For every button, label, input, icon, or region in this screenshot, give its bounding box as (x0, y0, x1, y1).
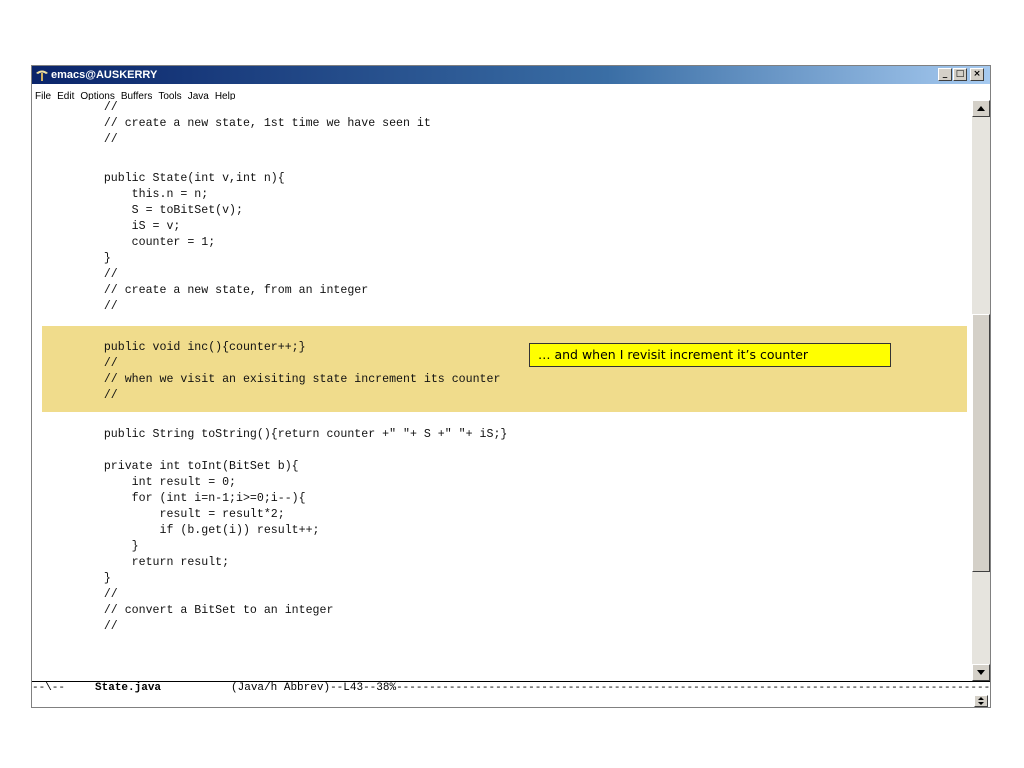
emacs-gnu-icon (36, 70, 48, 81)
minimize-button[interactable]: _ (938, 68, 952, 81)
code-editor[interactable]: // // create a new state, 1st time we ha… (32, 100, 972, 681)
code-line: if (b.get(i)) result++; (76, 524, 320, 537)
minibuffer-scroll-icon[interactable] (974, 695, 988, 707)
code-line: // (76, 133, 118, 146)
code-line: // (76, 101, 118, 114)
code-line: public void inc(){counter++;} (76, 341, 306, 354)
code-line: } (76, 252, 111, 265)
modeline-buffer-name[interactable]: State.java (95, 682, 161, 694)
modeline-status: --\-- (32, 682, 66, 694)
scrollbar-thumb[interactable] (972, 314, 990, 572)
minibuffer[interactable] (32, 695, 990, 707)
code-line: } (76, 540, 139, 553)
code-line: // (76, 620, 118, 633)
code-line: return result; (76, 556, 230, 569)
scroll-up-button[interactable] (972, 100, 990, 117)
menu-bar: File Edit Options Buffers Tools Java Help (32, 84, 990, 102)
code-line: int result = 0; (76, 476, 237, 489)
scroll-down-arrow-icon (977, 670, 985, 675)
mode-line: --\-- State.java (Java/h Abbrev)--L43--38%… (32, 681, 990, 696)
close-button[interactable]: × (970, 68, 984, 81)
code-line: // when we visit an exisiting state incr… (76, 373, 501, 386)
title-bar[interactable]: emacs@AUSKERRY _ □ × (32, 66, 990, 84)
code-line: // convert a BitSet to an integer (76, 604, 334, 617)
code-line: // (76, 268, 118, 281)
modeline-position: --L43--38%-- (330, 682, 410, 694)
scroll-down-button[interactable] (972, 664, 990, 681)
vertical-scrollbar[interactable] (972, 100, 990, 681)
window-title: emacs@AUSKERRY (51, 69, 158, 81)
code-line: // (76, 300, 118, 313)
code-line: public State(int v,int n){ (76, 172, 285, 185)
code-line: result = result*2; (76, 508, 285, 521)
code-line: } (76, 572, 111, 585)
highlight-band (42, 326, 967, 412)
code-line: // (76, 389, 118, 402)
code-line: iS = v; (76, 220, 181, 233)
code-line: counter = 1; (76, 236, 216, 249)
code-line: // create a new state, 1st time we have … (76, 117, 431, 130)
code-line: public String toString(){return counter … (76, 428, 508, 441)
code-line: S = toBitSet(v); (76, 204, 243, 217)
code-line: // create a new state, from an integer (76, 284, 369, 297)
emacs-window: emacs@AUSKERRY _ □ × File Edit Options Buff… (31, 65, 991, 708)
scroll-up-arrow-icon (977, 106, 985, 111)
annotation-callout: … and when I revisit increment it’s coun… (529, 343, 891, 367)
code-line: // (76, 588, 118, 601)
code-line: private int toInt(BitSet b){ (76, 460, 299, 473)
code-line: for (int i=n-1;i>=0;i--){ (76, 492, 306, 505)
modeline-dashes: ----------------------------------------… (409, 682, 990, 694)
modeline-mode: (Java/h Abbrev) (231, 682, 331, 694)
code-line: // (76, 357, 118, 370)
maximize-button[interactable]: □ (953, 68, 967, 81)
code-line: this.n = n; (76, 188, 209, 201)
